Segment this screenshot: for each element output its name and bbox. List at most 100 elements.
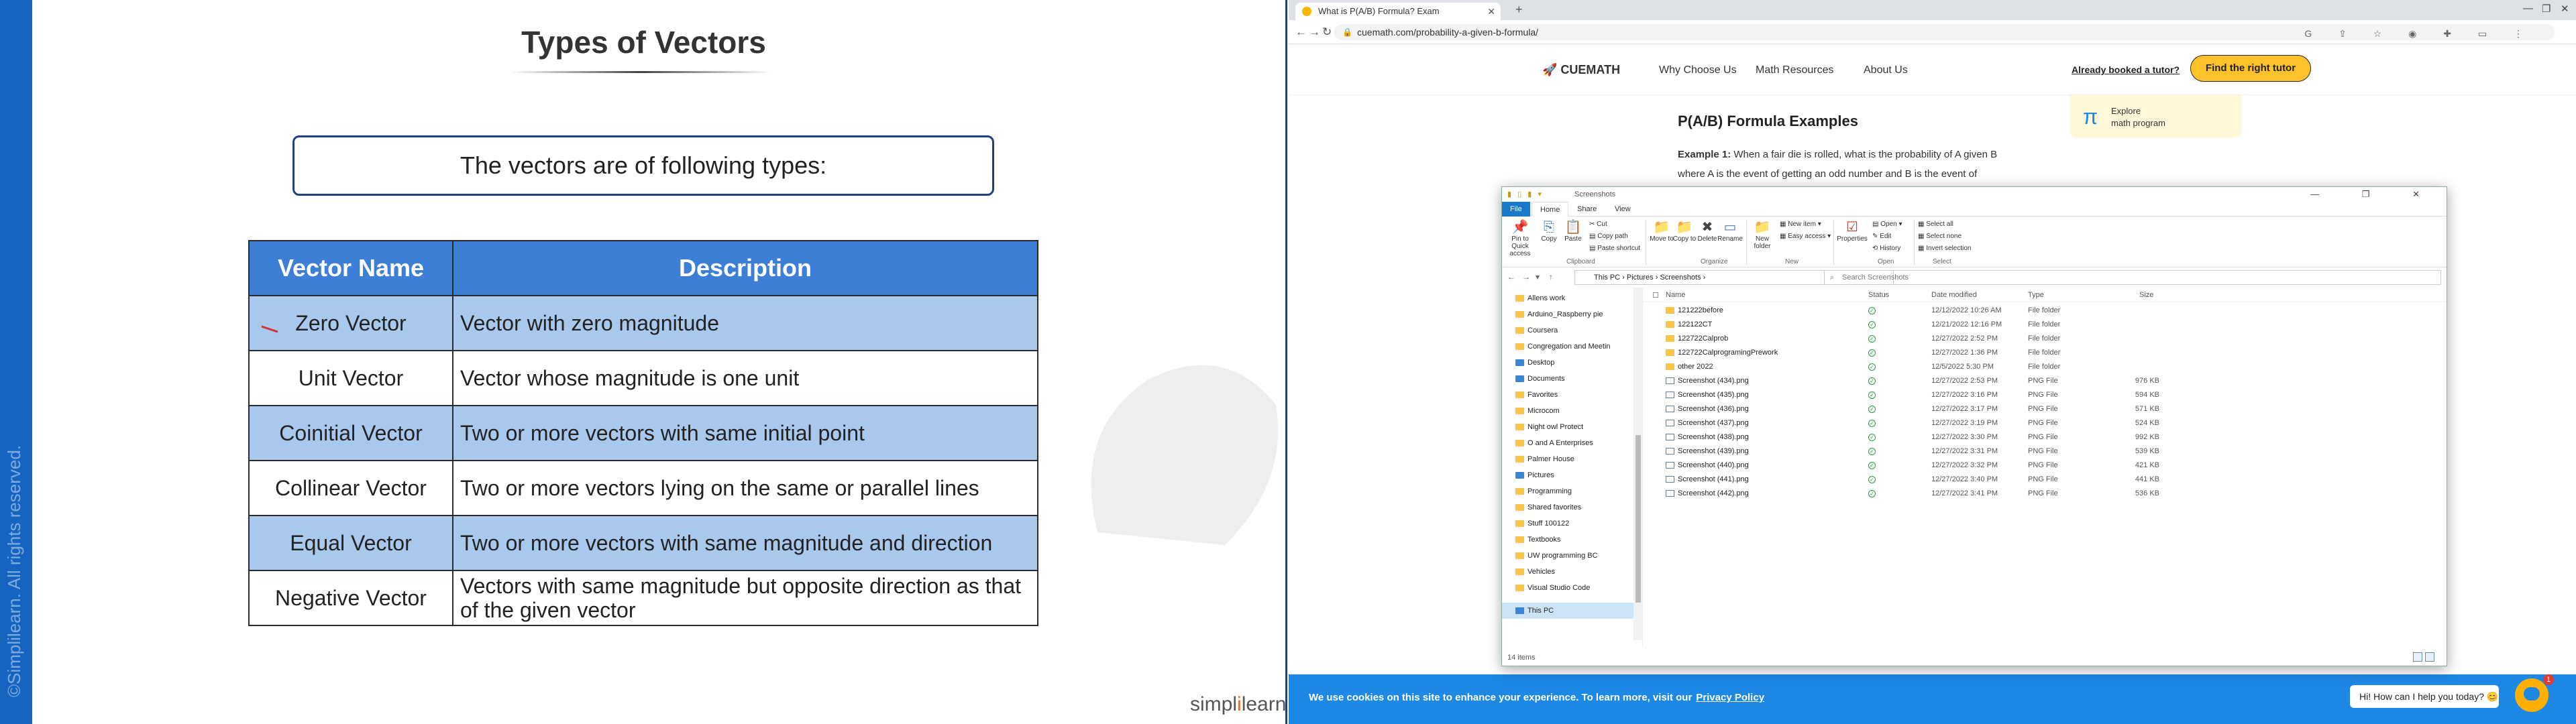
nav-item[interactable]: Microcom: [1502, 403, 1636, 419]
privacy-policy-link[interactable]: Privacy Policy: [1696, 692, 1764, 703]
close-window-icon[interactable]: ✕: [2561, 3, 2569, 15]
nav-scrollbar[interactable]: [1633, 288, 1643, 640]
column-status[interactable]: Status: [1868, 291, 1889, 299]
explorer-search-input[interactable]: ⌕ Search Screenshots: [1824, 270, 2441, 285]
already-booked-link[interactable]: Already booked a tutor?: [2072, 64, 2180, 75]
tab-home[interactable]: Home: [1532, 202, 1569, 217]
history-button[interactable]: ⟲ History: [1872, 245, 1900, 252]
file-row[interactable]: Screenshot (440).png ✓ 12/27/2022 3:32 PM P…: [1643, 459, 2447, 473]
file-row[interactable]: Screenshot (442).png ✓ 12/27/2022 3:41 PM P…: [1643, 487, 2447, 501]
nav-item-this-pc[interactable]: This PC: [1502, 603, 1636, 619]
file-row[interactable]: 122722Calprob ✓ 12/27/2022 2:52 PM File fol…: [1643, 332, 2447, 346]
cuemath-logo[interactable]: 🚀 CUEMATH: [1542, 63, 1620, 77]
file-row[interactable]: Screenshot (435).png ✓ 12/27/2022 3:16 PM P…: [1643, 388, 2447, 402]
png-file-icon: [1666, 406, 1674, 412]
easy-access-button[interactable]: ▦ Easy access ▾: [1780, 233, 1831, 240]
nav-why-choose-us[interactable]: Why Choose Us: [1659, 64, 1737, 76]
explore-math-program-card[interactable]: π Explore math program: [2070, 95, 2241, 138]
folder-icon: [1515, 536, 1524, 543]
forward-icon[interactable]: →: [1309, 25, 1320, 39]
minimize-icon[interactable]: —: [2523, 3, 2533, 14]
file-row[interactable]: 122122CT ✓ 12/21/2022 12:16 PM File folder: [1643, 318, 2447, 332]
url-text: cuemath.com/probability-a-given-b-formul…: [1357, 27, 1538, 38]
column-size[interactable]: Size: [2139, 291, 2153, 299]
nav-item[interactable]: Congregation and Meetin: [1502, 339, 1636, 355]
file-row[interactable]: 121222before ✓ 12/12/2022 10:26 AM File fol…: [1643, 304, 2447, 318]
reload-icon[interactable]: ↻: [1322, 25, 1332, 39]
column-name[interactable]: Name: [1666, 291, 1685, 299]
nav-item[interactable]: Shared favorites: [1502, 499, 1636, 516]
file-row[interactable]: Screenshot (434).png ✓ 12/27/2022 2:53 PM P…: [1643, 374, 2447, 388]
details-view-icon: [2413, 652, 2422, 662]
find-tutor-button[interactable]: Find the right tutor: [2190, 55, 2311, 82]
copy-path-button[interactable]: ▤ Copy path: [1589, 233, 1628, 240]
quick-access-toolbar[interactable]: ▮ ▯ ▮ ▾: [1507, 190, 1544, 198]
paste-button[interactable]: 📋 Paste: [1560, 219, 1587, 243]
select-none-button[interactable]: ▦ Select none: [1918, 233, 1962, 240]
nav-item[interactable]: Stuff 100122: [1502, 516, 1636, 532]
paste-shortcut-button[interactable]: ▤ Paste shortcut: [1589, 245, 1640, 252]
rename-button[interactable]: ▭ Rename: [1717, 219, 1743, 243]
nav-item[interactable]: Allens work: [1502, 290, 1636, 306]
new-item-button[interactable]: ▦ New item ▾: [1780, 221, 1821, 228]
file-row[interactable]: 122722CalprogramingPrework ✓ 12/27/2022 1:…: [1643, 346, 2447, 360]
file-row[interactable]: Screenshot (436).png ✓ 12/27/2022 3:17 PM P…: [1643, 402, 2447, 416]
file-row[interactable]: Screenshot (437).png ✓ 12/27/2022 3:19 PM P…: [1643, 416, 2447, 430]
view-toggle[interactable]: [2413, 652, 2440, 663]
file-row[interactable]: Screenshot (439).png ✓ 12/27/2022 3:31 PM P…: [1643, 444, 2447, 459]
extension-icons[interactable]: G ⇪ ☆ ◉ ✚ ▭ ⋮: [2304, 25, 2535, 42]
folder-icon: [1515, 311, 1524, 318]
nav-item[interactable]: Coursera: [1502, 322, 1636, 339]
up-arrow-icon[interactable]: ↑: [1549, 272, 1553, 282]
nav-item[interactable]: Pictures: [1502, 467, 1636, 483]
nav-item[interactable]: Desktop: [1502, 355, 1636, 371]
back-icon[interactable]: ←: [1295, 25, 1307, 39]
pictures-icon: [1515, 472, 1524, 479]
nav-item[interactable]: Visual Studio Code: [1502, 580, 1636, 596]
url-input[interactable]: 🔒 cuemath.com/probability-a-given-b-form…: [1334, 24, 2555, 40]
window-controls[interactable]: — ❐ ✕: [2310, 189, 2440, 200]
folder-icon: [1515, 568, 1524, 575]
select-all-checkbox[interactable]: ☐: [1652, 291, 1659, 300]
nav-item[interactable]: Textbooks: [1502, 532, 1636, 548]
properties-button[interactable]: ☑ Properties: [1836, 219, 1868, 243]
back-arrow-icon[interactable]: ←: [1507, 272, 1515, 282]
nav-about-us[interactable]: About Us: [1864, 64, 1908, 76]
nav-item[interactable]: O and A Enterprises: [1502, 435, 1636, 451]
vector-name: Collinear Vector: [248, 460, 453, 516]
browser-tab[interactable]: What is P(A/B) Formula? Exam ✕: [1295, 3, 1501, 20]
tab-file[interactable]: File: [1502, 202, 1530, 217]
restore-icon[interactable]: ❐: [2542, 3, 2551, 15]
new-tab-icon[interactable]: +: [1515, 3, 1523, 17]
file-row[interactable]: other 2022 ✓ 12/5/2022 5:30 PM File folder: [1643, 360, 2447, 374]
close-tab-icon[interactable]: ✕: [1487, 3, 1495, 20]
forward-arrow-icon[interactable]: →: [1522, 272, 1530, 282]
nav-item[interactable]: Arduino_Raspberry pie: [1502, 306, 1636, 322]
nav-item[interactable]: Palmer House: [1502, 451, 1636, 467]
new-folder-button[interactable]: 📁 New folder: [1749, 219, 1776, 250]
nav-item[interactable]: Vehicles: [1502, 564, 1636, 580]
file-row[interactable]: Screenshot (438).png ✓ 12/27/2022 3:30 PM P…: [1643, 430, 2447, 444]
select-all-button[interactable]: ▦ Select all: [1918, 221, 1953, 228]
column-date-modified[interactable]: Date modified: [1931, 291, 1977, 299]
chat-prompt[interactable]: Hi! How can I help you today? 😊: [2350, 685, 2499, 708]
nav-item[interactable]: Night owl Protect: [1502, 419, 1636, 435]
column-type[interactable]: Type: [2028, 291, 2044, 299]
chat-button[interactable]: [2515, 678, 2548, 712]
nav-math-resources[interactable]: Math Resources: [1756, 64, 1834, 76]
recent-locations-icon[interactable]: ▾: [1536, 272, 1540, 282]
pin-quick-access-button[interactable]: 📌 Pin to Quick access: [1505, 219, 1536, 257]
cut-button[interactable]: ✂ Cut: [1589, 221, 1607, 228]
copy-button[interactable]: ⎘ Copy: [1536, 219, 1562, 243]
nav-item[interactable]: UW programming BC: [1502, 548, 1636, 564]
scrollbar-thumb[interactable]: [1635, 435, 1641, 603]
tab-share[interactable]: Share: [1569, 202, 1605, 217]
edit-button[interactable]: ✎ Edit: [1872, 233, 1891, 240]
file-row[interactable]: Screenshot (441).png ✓ 12/27/2022 3:40 PM P…: [1643, 473, 2447, 487]
invert-selection-button[interactable]: ▦ Invert selection: [1918, 245, 1972, 252]
nav-item[interactable]: Favorites: [1502, 387, 1636, 403]
nav-item[interactable]: Documents: [1502, 371, 1636, 387]
tab-view[interactable]: View: [1607, 202, 1639, 217]
nav-item[interactable]: Programming: [1502, 483, 1636, 499]
open-button[interactable]: ▤ Open ▾: [1872, 221, 1902, 228]
